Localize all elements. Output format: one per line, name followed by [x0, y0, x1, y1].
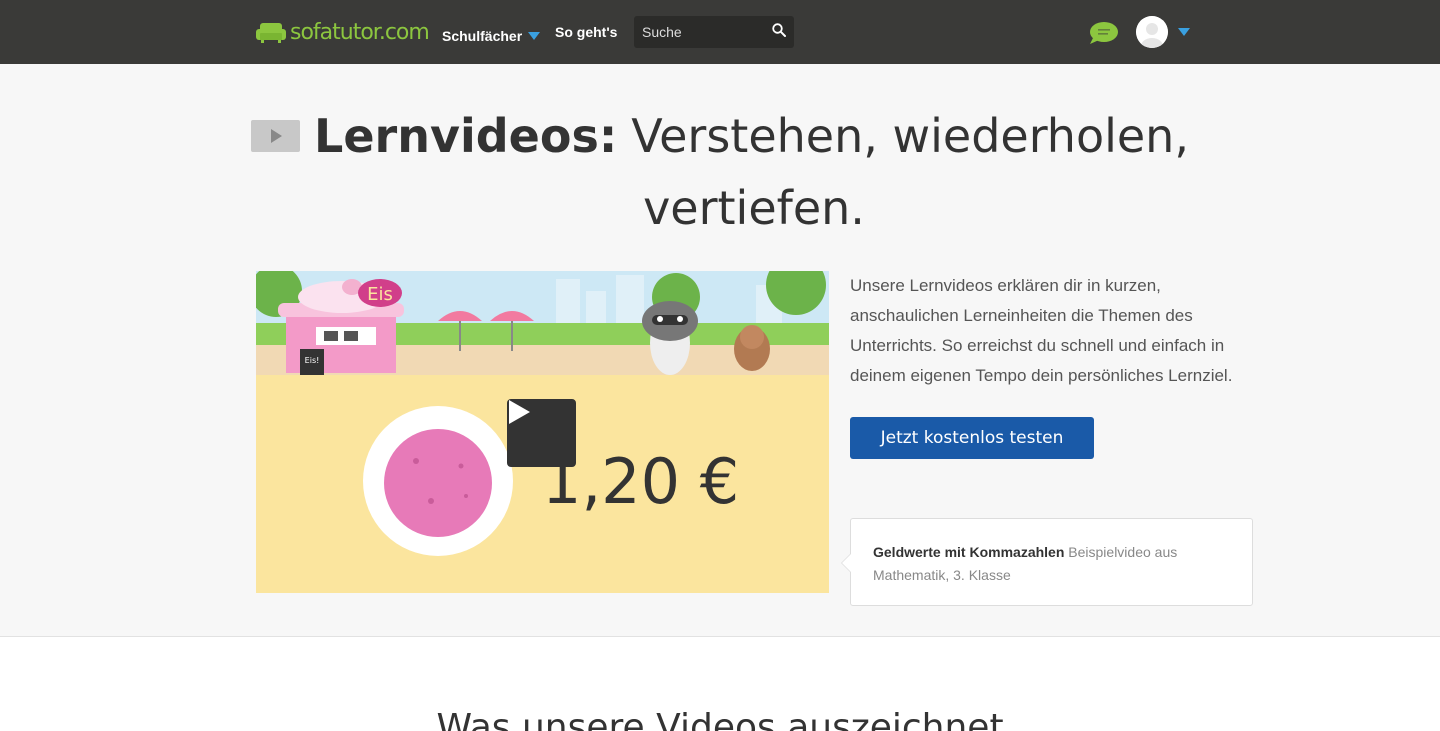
hero-description: Unsere Lernvideos erklären dir in kurzen… — [850, 276, 1233, 385]
chevron-down-icon — [528, 32, 541, 40]
play-button[interactable] — [507, 399, 576, 467]
search-icon[interactable] — [772, 22, 786, 42]
user-avatar-icon[interactable] — [1136, 16, 1168, 48]
chevron-down-icon[interactable] — [1178, 28, 1190, 36]
video-caption: Geldwerte mit Kommazahlen Beispielvideo … — [841, 518, 1253, 606]
video-player[interactable]: Eis Eis! 1,20 € — [256, 271, 829, 593]
shop-sign-text: Eis — [367, 284, 393, 305]
try-free-button[interactable]: Jetzt kostenlos testen — [850, 417, 1094, 459]
board-sign-text: Eis! — [305, 356, 320, 365]
nav-how-label: So geht's — [555, 24, 618, 40]
play-icon — [251, 120, 301, 152]
logo-text: sofatutor.com — [290, 19, 430, 45]
sofatutor-logo[interactable]: sofatutor.com — [256, 16, 430, 48]
nav-subjects-label: Schulfächer — [442, 28, 523, 44]
video-title: Geldwerte mit Kommazahlen — [873, 544, 1065, 560]
top-navigation-bar: sofatutor.com Schulfächer So geht's — [0, 0, 1440, 64]
play-icon — [509, 400, 530, 424]
sofa-logo-icon — [256, 20, 286, 44]
title-strong: Lernvideos: — [314, 109, 618, 163]
page-title: Lernvideos: Verstehen, wiederholen, vert… — [0, 100, 1440, 244]
search-input[interactable] — [642, 24, 762, 40]
title-rest: Verstehen, wiederholen, — [631, 109, 1189, 163]
search-box — [634, 16, 794, 48]
title-line-2: vertiefen. — [643, 181, 865, 235]
nav-how-it-works[interactable]: So geht's — [555, 0, 617, 64]
features-section: Was unsere Videos auszeichnet — [0, 636, 1440, 731]
nav-subjects-menu[interactable]: Schulfächer — [442, 4, 541, 68]
chat-bubble-icon[interactable] — [1089, 21, 1119, 45]
section-heading: Was unsere Videos auszeichnet — [436, 707, 1004, 731]
